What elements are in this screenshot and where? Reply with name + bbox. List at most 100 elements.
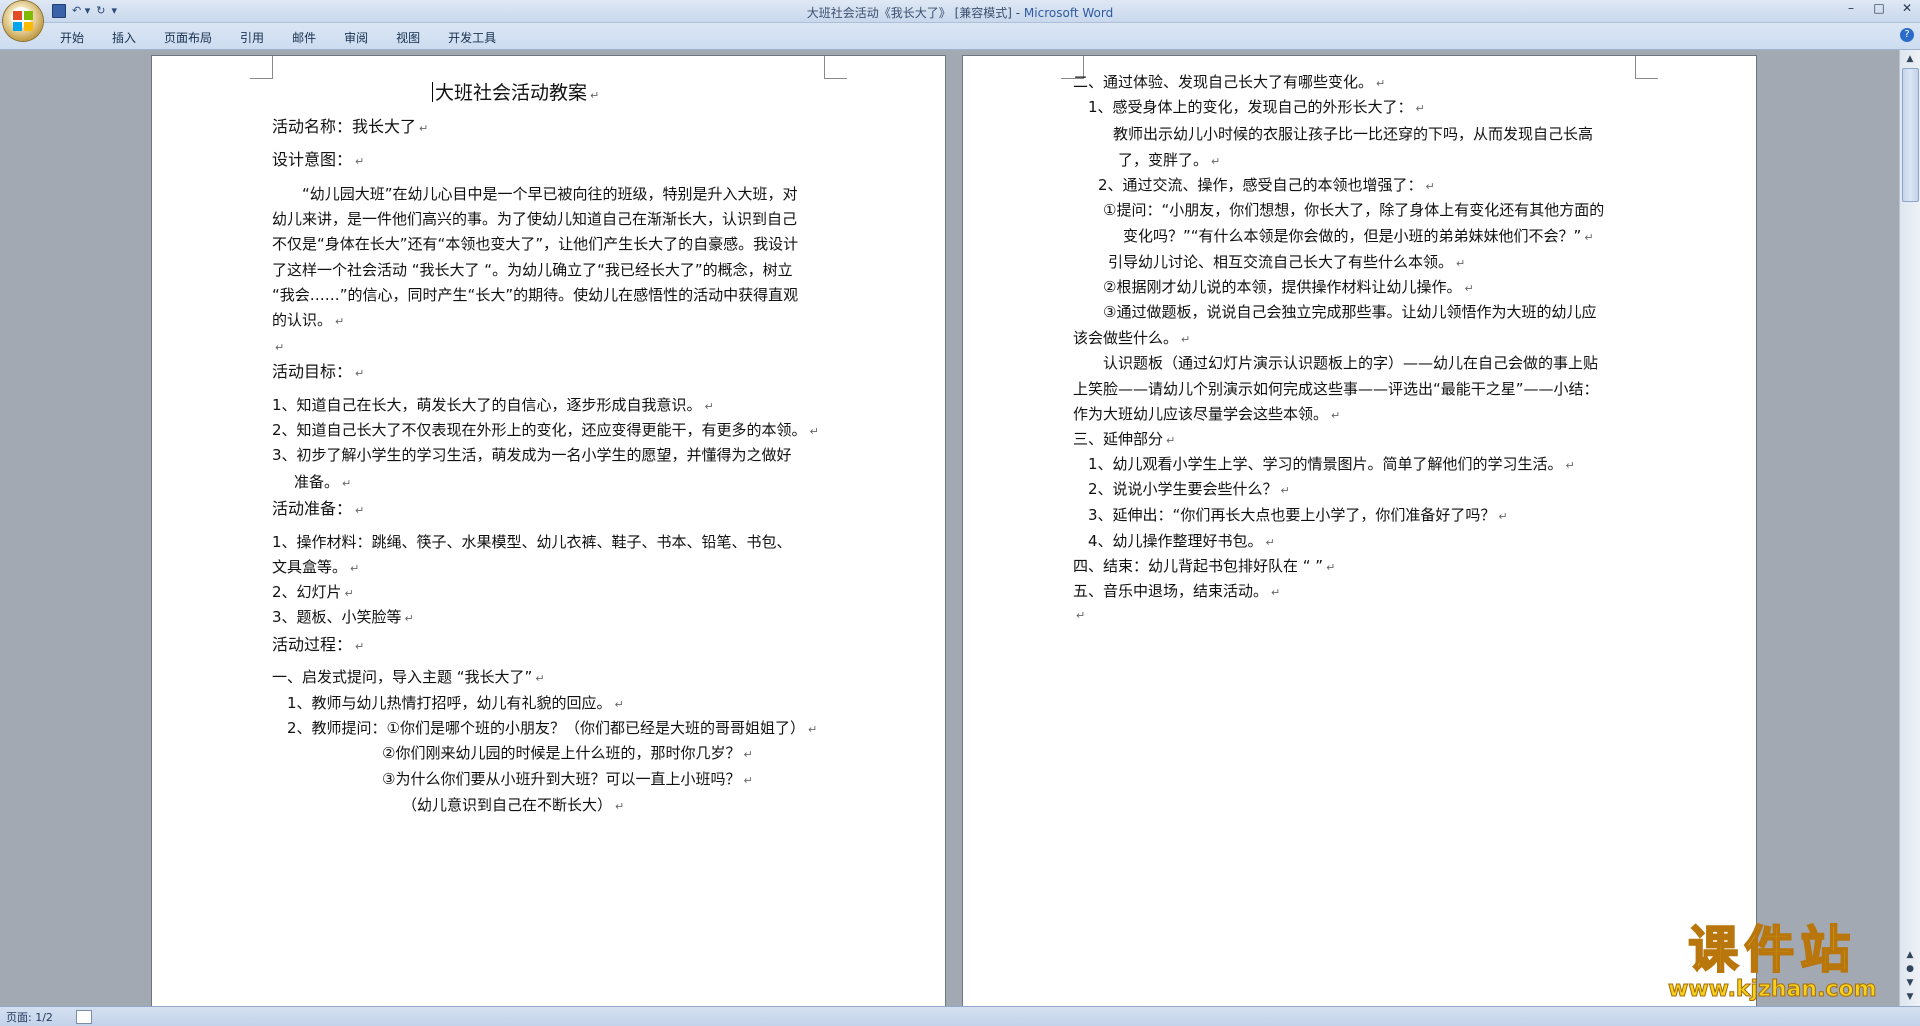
paragraph-mark-icon: ↵ — [1211, 155, 1221, 168]
document-page-2[interactable]: 二、通过体验、发现自己长大了有哪些变化。 ↵ 1、感受身体上的变化，发现自己的外形长… — [963, 56, 1756, 1007]
line-text: “我会……”的信心，同时产生“长大”的期待。使幼儿在感悟性的活动中获得直观 — [272, 286, 799, 304]
scroll-up-arrow-icon[interactable]: ▲ — [1904, 54, 1916, 64]
section-heading: 活动准备： ↵ — [272, 499, 364, 521]
step-item: 2、通过交流、操作，感受自己的本领也增强了： ↵ — [1098, 175, 1435, 197]
section-heading: 设计意图： ↵ — [272, 150, 364, 172]
status-bar: 页面: 1/2 — [0, 1006, 1920, 1026]
paragraph-mark-icon: ↵ — [1181, 333, 1191, 346]
line-text: 1、幼儿观看小学生上学、学习的情景图片。简单了解他们的学习生活。 — [1088, 455, 1563, 473]
paragraph-mark-icon: ↵ — [355, 367, 365, 380]
paragraph-mark-icon: ↵ — [1425, 180, 1435, 193]
paragraph-mark-icon: ↵ — [614, 698, 624, 711]
scroll-down-arrow-icon[interactable]: ▼ — [1904, 992, 1916, 1002]
paragraph-mark-icon: ↵ — [808, 723, 818, 736]
list-item: 3、初步了解小学生的学习生活，萌发成为一名小学生的愿望，并懂得为之做好 — [272, 445, 792, 465]
office-button[interactable] — [3, 1, 43, 41]
list-item: 1、知道自己在长大，萌发长大了的自信心，逐步形成自我意识。 ↵ — [272, 395, 714, 417]
tab-home[interactable]: 开始 — [60, 29, 84, 46]
body-line: “我会……”的信心，同时产生“长大”的期待。使幼儿在感悟性的活动中获得直观 — [272, 285, 798, 305]
question-item: ②根据刚才幼儿说的本领，提供操作材料让幼儿操作。 ↵ — [1103, 277, 1474, 299]
line-text: 大班社会活动教案 — [435, 82, 588, 104]
body-line: “幼儿园大班”在幼儿心目中是一个早已被向往的班级，特别是升入大班，对 — [302, 184, 798, 204]
question-item: ③为什么你们要从小班升到大班？可以一直上小班吗？ ↵ — [382, 769, 753, 791]
line-text: 设计意图： — [272, 150, 353, 169]
line-text: ②根据刚才幼儿说的本领，提供操作材料让幼儿操作。 — [1103, 278, 1462, 296]
step-item: 1、感受身体上的变化，发现自己的外形长大了： ↵ — [1088, 97, 1425, 119]
scroll-thumb[interactable] — [1902, 68, 1919, 202]
body-line: 了，变胖了。 ↵ — [1118, 150, 1220, 172]
paragraph-mark-icon: ↵ — [419, 122, 429, 135]
line-text: 了，变胖了。 — [1118, 151, 1209, 169]
step-heading: 三、延伸部分 ↵ — [1073, 429, 1175, 451]
page-count[interactable]: 页面: 1/2 — [6, 1009, 53, 1025]
line-text: 了这样一个社会活动 “我长大了 “。为幼儿确立了“我已经长大了”的概念，树立 — [272, 261, 793, 279]
help-icon[interactable]: ? — [1900, 28, 1914, 42]
kjzhan-watermark: 课件站 www.kjzhan.com — [1668, 921, 1878, 1002]
question-item: ①提问：“小朋友，你们想想，你长大了，除了身体上有变化还有其他方面的 — [1103, 200, 1604, 220]
tab-review[interactable]: 审阅 — [344, 29, 368, 46]
line-text: 4、幼儿操作整理好书包。 — [1088, 532, 1263, 550]
document-heading: 大班社会活动教案 ↵ — [432, 82, 599, 106]
paragraph-mark-icon: ↵ — [535, 672, 545, 685]
line-text: 活动过程： — [272, 635, 353, 654]
step-item: 2、教师提问：①你们是哪个班的小朋友？（你们都已经是大班的哥哥姐姐了） ↵ — [287, 718, 817, 740]
tab-page-layout[interactable]: 页面布局 — [164, 29, 212, 46]
document-title: 大班社会活动《我长大了》 [兼容模式] - — [806, 6, 1024, 20]
line-text: 2、说说小学生要会些什么？ — [1088, 480, 1278, 498]
paragraph-mark-icon: ↵ — [335, 315, 345, 328]
list-item: 2、幻灯片 ↵ — [272, 582, 354, 604]
line-text: 1、感受身体上的变化，发现自己的外形长大了： — [1088, 98, 1413, 116]
proofing-icon[interactable] — [76, 1010, 92, 1024]
vertical-scrollbar[interactable]: ▲ ▲ ● ▼ ▼ — [1899, 50, 1920, 1007]
next-page-icon[interactable]: ▼ — [1904, 978, 1916, 988]
line-text: 3、初步了解小学生的学习生活，萌发成为一名小学生的愿望，并懂得为之做好 — [272, 446, 792, 464]
paragraph-mark-icon: ↵ — [615, 800, 625, 813]
line-text: 2、幻灯片 — [272, 583, 342, 601]
paragraph-mark-icon: ↵ — [344, 587, 354, 600]
line-text: 作为大班幼儿应该尽量学会这些本领。 — [1073, 405, 1329, 423]
line-text: 该会做些什么。 — [1073, 329, 1179, 347]
paragraph-mark-icon: ↵ — [1584, 231, 1594, 244]
line-text: 认识题板（通过幻灯片演示认识题板上的字）——幼儿在自己会做的事上贴 — [1103, 354, 1599, 372]
line-text: 1、操作材料：跳绳、筷子、水果模型、幼儿衣裤、鞋子、书本、铅笔、书包、 — [272, 533, 792, 551]
line-text: 3、延伸出：“你们再长大点也要上小学了，你们准备好了吗？ — [1088, 506, 1496, 524]
section-heading: 活动过程： ↵ — [272, 635, 364, 657]
minimize-button[interactable]: – — [1844, 1, 1858, 15]
empty-line: ↵ — [272, 336, 284, 358]
paragraph-mark-icon: ↵ — [1565, 459, 1575, 472]
line-text: 活动准备： — [272, 499, 353, 518]
tab-view[interactable]: 视图 — [396, 29, 420, 46]
paragraph-mark-icon: ↵ — [1498, 510, 1508, 523]
tab-developer[interactable]: 开发工具 — [448, 29, 496, 46]
line-text: 的认识。 — [272, 311, 333, 329]
step-heading: 五、音乐中退场，结束活动。 ↵ — [1073, 581, 1280, 603]
step-heading: 二、通过体验、发现自己长大了有哪些变化。 ↵ — [1073, 72, 1385, 94]
maximize-button[interactable]: □ — [1872, 1, 1886, 15]
tab-references[interactable]: 引用 — [240, 29, 264, 46]
note-line: （幼儿意识到自己在不断长大） ↵ — [402, 795, 624, 817]
tab-insert[interactable]: 插入 — [112, 29, 136, 46]
close-button[interactable]: ✕ — [1900, 1, 1914, 15]
line-text: 一、启发式提问，导入主题 “我长大了” — [272, 668, 533, 686]
body-line: 不仅是“身体在长大”还有“本领也变大了”，让他们产生长大了的自豪感。我设计 — [272, 234, 798, 254]
paragraph-mark-icon: ↵ — [1280, 484, 1290, 497]
paragraph-mark-icon: ↵ — [1326, 561, 1336, 574]
previous-page-icon[interactable]: ▲ — [1904, 950, 1916, 960]
line-text: ①提问：“小朋友，你们想想，你长大了，除了身体上有变化还有其他方面的 — [1103, 201, 1605, 219]
document-page-1[interactable]: 大班社会活动教案 ↵ 活动名称：我长大了 ↵ 设计意图： ↵ “幼儿园大班”在幼儿心目中是一… — [152, 56, 945, 1007]
window-title: 大班社会活动《我长大了》 [兼容模式] - Microsoft Word — [0, 4, 1920, 21]
list-item: 2、知道自己长大了不仅表现在外形上的变化，还应变得更能干，有更多的本领。 ↵ — [272, 420, 819, 442]
section-heading: 活动目标： ↵ — [272, 362, 364, 384]
line-text: 四、结束：幼儿背起书包排好队在 “ ” — [1073, 557, 1324, 575]
tab-mailings[interactable]: 邮件 — [292, 29, 316, 46]
empty-line: ↵ — [1073, 604, 1085, 626]
paragraph-mark-icon: ↵ — [590, 89, 600, 102]
select-browse-object-icon[interactable]: ● — [1904, 964, 1916, 974]
line-text: ③为什么你们要从小班升到大班？可以一直上小班吗？ — [382, 770, 741, 788]
paragraph-mark-icon: ↵ — [355, 504, 365, 517]
paragraph-mark-icon: ↵ — [1331, 409, 1341, 422]
paragraph-mark-icon: ↵ — [1076, 609, 1086, 622]
body-line: 作为大班幼儿应该尽量学会这些本领。 ↵ — [1073, 404, 1340, 426]
question-item: 变化吗？”“有什么本领是你会做的，但是小班的弟弟妹妹他们不会？” ↵ — [1123, 226, 1594, 248]
watermark-title: 课件站 — [1687, 921, 1857, 979]
